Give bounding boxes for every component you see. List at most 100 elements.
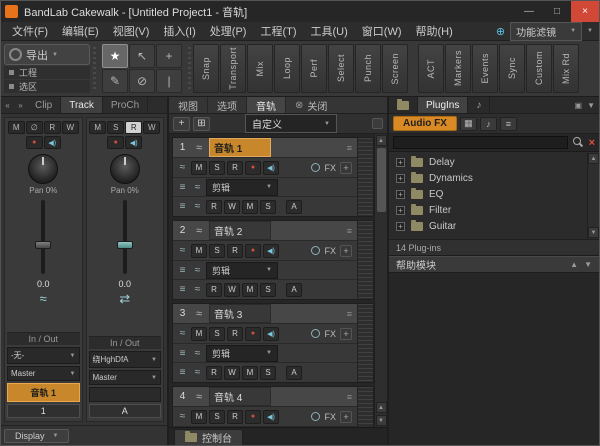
track-grip-icon[interactable]: ≡ — [347, 226, 354, 236]
export-scope-row[interactable]: 工程 — [4, 66, 90, 79]
plugin-folder-row[interactable]: + Filter — [389, 202, 587, 218]
clip-dropdown[interactable]: 剪辑 ▼ — [206, 345, 278, 362]
record-dot-icon[interactable]: ● — [245, 327, 261, 341]
record-arm-button[interactable]: ● — [26, 136, 43, 149]
track-name[interactable]: 音轨 4 — [209, 387, 271, 406]
record-dot-icon[interactable]: ● — [245, 410, 261, 424]
add-fx-button[interactable]: + — [340, 328, 352, 340]
module-button[interactable]: Screen — [382, 44, 408, 93]
erase-tool-button[interactable]: ⊘ — [129, 69, 155, 93]
export-button[interactable]: 导出 ▼ — [4, 44, 90, 65]
record-dot-icon[interactable]: ● — [245, 161, 261, 175]
clip-dropdown[interactable]: 剪辑 ▼ — [206, 262, 278, 279]
split-tool-button[interactable]: | — [156, 69, 182, 93]
expand-icon[interactable]: + — [396, 206, 405, 215]
expand-icon[interactable]: + — [396, 174, 405, 183]
module-button[interactable]: Perf — [301, 44, 327, 93]
track-mute-button[interactable]: M — [191, 327, 207, 341]
mute-button[interactable]: M — [8, 121, 25, 134]
automation-read-button[interactable]: R — [206, 366, 222, 380]
menu-item[interactable]: 编辑(E) — [55, 23, 106, 39]
track-mute-button[interactable]: M — [191, 161, 207, 175]
input-echo-button[interactable]: ◀) — [44, 136, 61, 149]
trackview-close-button[interactable]: ⊗ 关闭 — [286, 97, 336, 113]
module-button[interactable]: Snap — [193, 44, 219, 93]
mute-button[interactable]: M — [89, 121, 106, 134]
maximize-button[interactable]: □ — [543, 1, 571, 22]
phase-button[interactable]: ∅ — [26, 121, 43, 134]
track-solo-button[interactable]: S — [209, 244, 225, 258]
automation-mute-button[interactable]: M — [242, 200, 258, 214]
track-solo-button[interactable]: S — [209, 410, 225, 424]
fx-bypass-icon[interactable] — [311, 329, 320, 338]
module-button[interactable]: Mix Rd — [553, 44, 579, 93]
smart-tool-button[interactable]: ★ — [102, 44, 128, 68]
trackview-menu[interactable]: 选项 — [208, 97, 247, 113]
export-scope-row[interactable]: 选区 — [4, 80, 90, 93]
rack-icon-button[interactable]: ≡ — [500, 117, 517, 131]
track-name[interactable]: 音轨 2 — [209, 221, 271, 240]
module-button[interactable]: Select — [328, 44, 354, 93]
automation-read-button[interactable]: R — [206, 283, 222, 297]
scroll-down-icon[interactable]: ▼ — [376, 415, 387, 426]
module-button[interactable]: Events — [472, 44, 498, 93]
track-grip-icon[interactable]: ≡ — [347, 309, 354, 319]
notes-tab[interactable]: ♪ — [468, 97, 490, 113]
automation-solo-button[interactable]: S — [260, 283, 276, 297]
output-select[interactable]: Master ▼ — [89, 370, 162, 385]
archive-button[interactable]: A — [286, 283, 302, 297]
module-button[interactable]: ACT — [418, 44, 444, 93]
fader-handle[interactable] — [35, 241, 51, 249]
scroll-down-icon[interactable]: ▼ — [588, 227, 599, 238]
expand-right-icon[interactable]: » — [14, 97, 27, 113]
track-manager-button[interactable]: ⊞ — [193, 117, 210, 131]
menu-item[interactable]: 文件(F) — [5, 23, 55, 39]
media-browser-tab[interactable] — [389, 97, 418, 113]
volume-fader[interactable] — [89, 200, 162, 274]
options-button[interactable] — [372, 118, 383, 129]
console-tab[interactable]: 控制台 — [174, 429, 243, 445]
output-select[interactable]: Master ▼ — [7, 366, 80, 381]
automation-write-button[interactable]: W — [224, 366, 240, 380]
strip-name-box[interactable] — [89, 387, 162, 402]
track-arm-button[interactable]: R — [227, 410, 243, 424]
input-echo-button[interactable]: ◀) — [263, 244, 279, 258]
menu-item[interactable]: 帮助(H) — [409, 23, 460, 39]
scroll-top-button[interactable]: ▲ — [376, 402, 387, 413]
strip-name-box[interactable]: 音轨 1 — [7, 383, 80, 402]
audio-fx-filter-button[interactable]: Audio FX — [393, 116, 457, 131]
input-echo-button[interactable]: ◀) — [263, 410, 279, 424]
track-mute-button[interactable]: M — [191, 410, 207, 424]
clear-search-button[interactable]: × — [589, 137, 595, 149]
module-button[interactable]: Punch — [355, 44, 381, 93]
collapse-icon[interactable]: ▲ — [570, 260, 578, 269]
pan-knob[interactable] — [110, 154, 140, 184]
tree-scrollbar[interactable]: ▲ ▼ — [587, 152, 599, 239]
inspector-tab[interactable]: ProCh — [103, 97, 148, 113]
write-automation-button[interactable]: W — [143, 121, 160, 134]
midi-icon-button[interactable]: ♪ — [480, 117, 497, 131]
scroll-up-icon[interactable]: ▲ — [376, 135, 387, 146]
module-button[interactable]: Loop — [274, 44, 300, 93]
track-name[interactable]: 音轨 3 — [209, 304, 271, 323]
read-automation-button[interactable]: R — [125, 121, 142, 134]
input-select[interactable]: -无- ▼ — [7, 347, 80, 364]
record-arm-button[interactable]: ● — [107, 136, 124, 149]
plugins-tab[interactable]: PlugIns — [418, 97, 468, 113]
track-solo-button[interactable]: S — [209, 161, 225, 175]
track-grip-icon[interactable]: ≡ — [347, 392, 354, 402]
automation-solo-button[interactable]: S — [260, 200, 276, 214]
automation-write-button[interactable]: W — [224, 283, 240, 297]
dock-icon[interactable]: ▣ — [575, 101, 583, 110]
scroll-thumb[interactable] — [377, 148, 386, 212]
module-button[interactable]: Markers — [445, 44, 471, 93]
menu-item[interactable]: 工程(T) — [253, 23, 303, 39]
fader-handle[interactable] — [117, 241, 133, 249]
write-automation-button[interactable]: W — [62, 121, 79, 134]
track-row[interactable]: 4 ≈ 音轨 4 ≡ ≈ M S R — [172, 386, 374, 427]
fx-bypass-icon[interactable] — [311, 412, 320, 421]
expand-icon[interactable]: + — [396, 158, 405, 167]
menu-item[interactable]: 视图(V) — [106, 23, 157, 39]
automation-mute-button[interactable]: M — [242, 283, 258, 297]
track-solo-button[interactable]: S — [209, 327, 225, 341]
